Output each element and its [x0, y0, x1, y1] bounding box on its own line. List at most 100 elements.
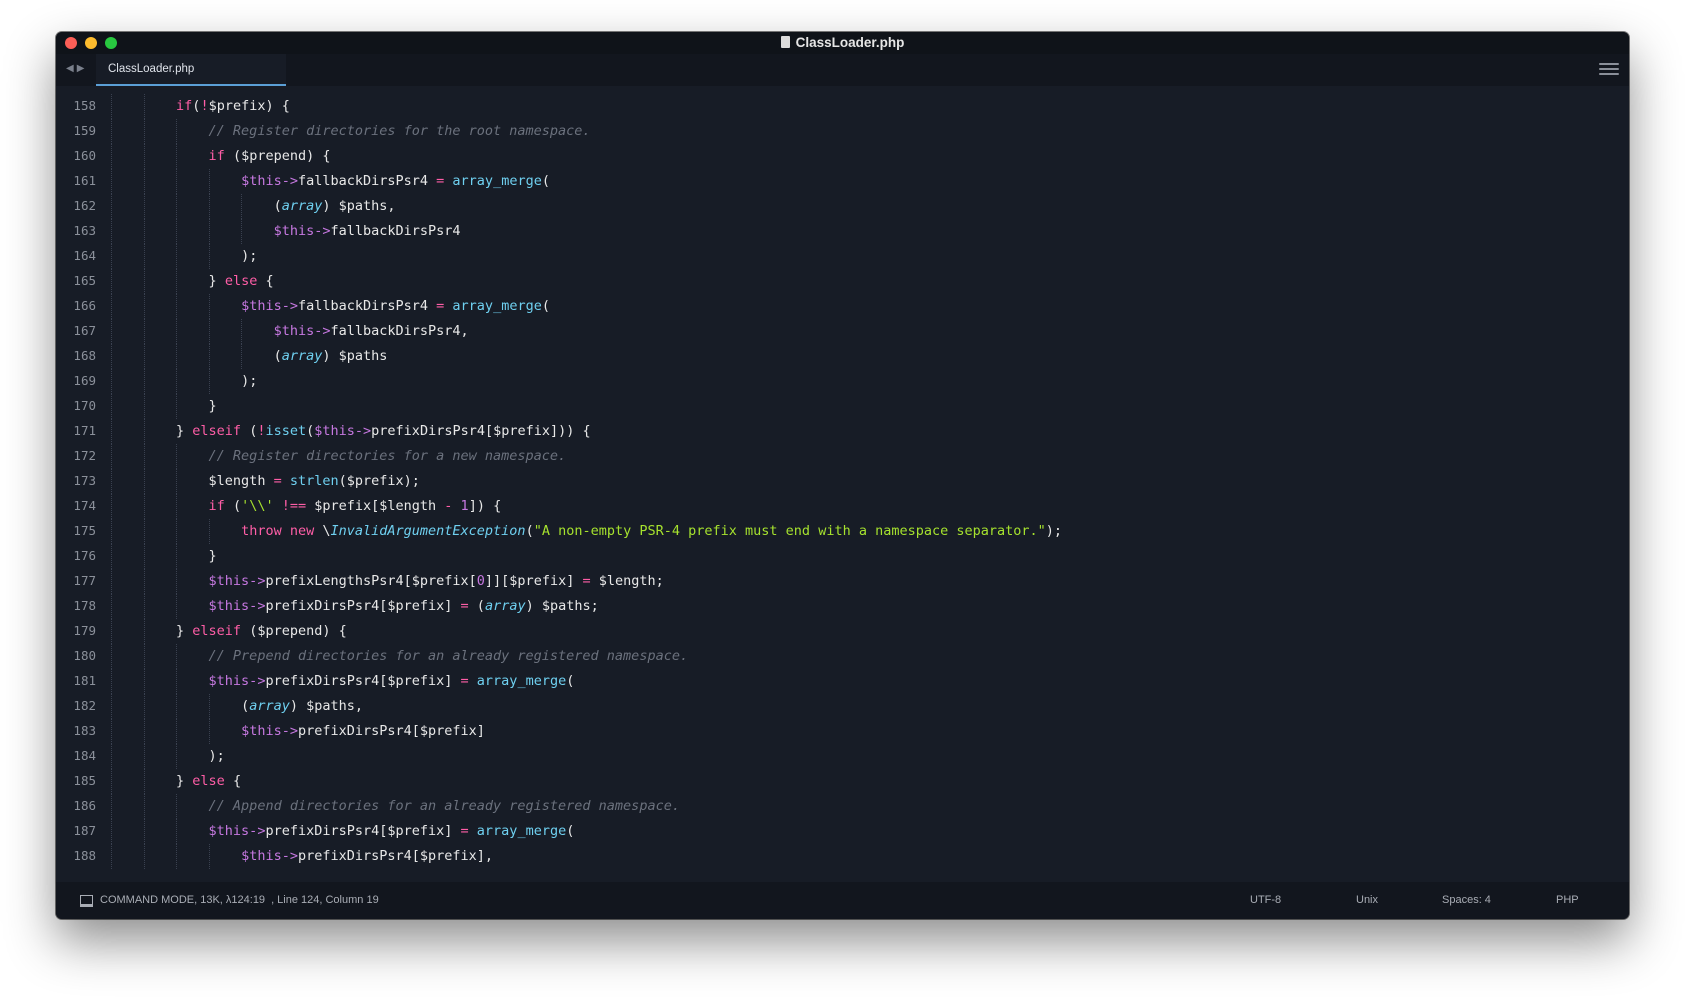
code-token: 0: [476, 573, 485, 589]
code-token: prefixDirsPsr4[$prefix]: [297, 723, 485, 739]
code-content: (array) $paths,: [241, 694, 363, 719]
line-number: 162: [73, 198, 96, 213]
code-token: throw new: [241, 523, 315, 539]
code-token: (: [541, 298, 550, 314]
code-token: ) $paths;: [525, 598, 599, 614]
panel-toggle-icon[interactable]: [80, 895, 93, 907]
code-token: =: [460, 823, 469, 839]
code-token: InvalidArgumentException: [330, 523, 526, 539]
code-token: =: [273, 473, 282, 489]
status-mode-text: COMMAND MODE, 13K, λ124:19: [100, 894, 266, 906]
code-token: ) $paths,: [322, 198, 396, 214]
indent-guide: [176, 344, 178, 369]
indent-guide: [111, 744, 112, 769]
indent-guide: [143, 294, 145, 319]
tab-next-icon[interactable]: ▶: [77, 63, 88, 74]
document-icon: [780, 36, 790, 48]
line-number: 176: [73, 548, 96, 563]
indent-guide: [111, 494, 112, 519]
code-token: $length;: [590, 573, 664, 589]
indent-guide: [143, 569, 145, 594]
line-number: 173: [73, 473, 96, 488]
code-content: $this->fallbackDirsPsr4 = array_merge(: [241, 294, 550, 319]
indent-guide: [176, 444, 178, 469]
code-token: $this->: [241, 298, 298, 314]
hamburger-menu-icon[interactable]: [1599, 63, 1619, 78]
code-token: "A non-empty PSR-4 prefix must end with …: [533, 523, 1046, 539]
code-token: 1: [452, 498, 469, 514]
indent-guide: [143, 194, 145, 219]
title-bar: ClassLoader.php: [56, 32, 1629, 54]
indent-guide: [176, 794, 178, 819]
tab-nav-arrows[interactable]: ◀▶: [66, 63, 87, 74]
code-token: );: [208, 748, 225, 764]
indent-guide: [176, 319, 178, 344]
status-line-endings[interactable]: Unix: [1356, 894, 1378, 906]
indent-guide: [208, 294, 210, 319]
code-token: if: [208, 148, 225, 164]
indent-guide: [143, 119, 145, 144]
code-token: $this->: [241, 848, 298, 864]
code-content: // Append directories for an already reg…: [209, 794, 680, 819]
line-number: 188: [73, 848, 96, 863]
indent-guide: [111, 269, 112, 294]
code-token: $prefix) {: [208, 98, 290, 114]
code-content: } else {: [176, 769, 241, 794]
indent-guide: [143, 844, 145, 869]
indent-guide: [143, 794, 145, 819]
code-token: array: [281, 198, 323, 214]
code-token: \: [314, 523, 331, 539]
indent-guide: [111, 194, 112, 219]
status-cursor-position: , Line 124, Column 19: [271, 894, 379, 906]
code-token: );: [241, 248, 258, 264]
indent-guide: [111, 344, 112, 369]
code-token: array_merge: [468, 673, 567, 689]
indent-guide: [176, 519, 178, 544]
code-content: $this->prefixDirsPsr4[$prefix]: [241, 719, 485, 744]
code-token: (: [468, 598, 485, 614]
status-syntax[interactable]: PHP: [1556, 894, 1579, 906]
indent-guide: [143, 719, 145, 744]
indent-guide: [143, 769, 145, 794]
code-content: $this->prefixLengthsPsr4[$prefix[0]][$pr…: [209, 569, 664, 594]
code-content: );: [209, 744, 225, 769]
code-token: fallbackDirsPsr4: [330, 223, 461, 239]
code-token: }: [176, 623, 193, 639]
indent-guide: [143, 169, 145, 194]
code-token: prefixDirsPsr4[$prefix]: [265, 823, 461, 839]
code-content: (array) $paths,: [274, 194, 396, 219]
status-indentation[interactable]: Spaces: 4: [1442, 894, 1491, 906]
status-encoding[interactable]: UTF-8: [1250, 894, 1281, 906]
code-token: // Register directories for the root nam…: [208, 123, 591, 139]
code-token: $this->: [208, 673, 266, 689]
tab-classloader[interactable]: ClassLoader.php: [96, 54, 286, 86]
tab-prev-icon[interactable]: ◀: [66, 63, 77, 74]
code-token: fallbackDirsPsr4: [297, 298, 437, 314]
code-editor[interactable]: 158 159 160 161 162 163 164 165 166 167 168 169 170 1…: [56, 86, 1629, 882]
indent-guide: [208, 169, 210, 194]
indent-guide: [143, 819, 145, 844]
code-content: }: [209, 544, 217, 569]
indent-guide: [176, 819, 178, 844]
line-number: 186: [73, 798, 96, 813]
code-token: prefixDirsPsr4[$prefix]: [265, 673, 461, 689]
line-number: 165: [73, 273, 96, 288]
line-number: 170: [73, 398, 96, 413]
indent-guide: [176, 219, 178, 244]
code-content: } elseif (!isset($this->prefixDirsPsr4[$…: [176, 419, 591, 444]
line-number: 158: [73, 98, 96, 113]
code-token: $this->: [208, 598, 266, 614]
code-token: }: [176, 773, 193, 789]
code-content: $this->fallbackDirsPsr4: [274, 219, 461, 244]
code-token: else: [192, 773, 225, 789]
code-token: $this->: [314, 423, 372, 439]
code-content: );: [241, 369, 257, 394]
line-number: 160: [73, 148, 96, 163]
indent-guide: [143, 519, 145, 544]
indent-guide: [176, 644, 178, 669]
line-number: 169: [73, 373, 96, 388]
code-content: if(!$prefix) {: [176, 94, 290, 119]
code-token: ) $paths: [322, 348, 388, 364]
indent-guide: [176, 694, 178, 719]
indent-guide: [111, 144, 112, 169]
